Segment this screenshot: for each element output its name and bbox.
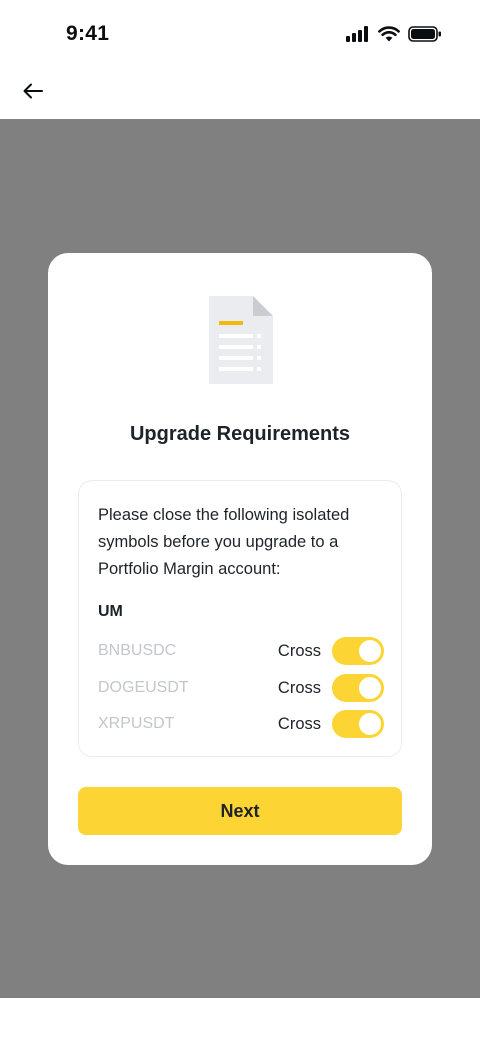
margin-mode-label: Cross	[277, 714, 321, 733]
status-icons	[346, 26, 442, 47]
margin-mode-toggle[interactable]	[332, 674, 384, 702]
toggle-knob	[359, 677, 381, 699]
upgrade-requirements-modal: Upgrade Requirements Please close the fo…	[48, 253, 432, 865]
margin-mode-toggle[interactable]	[332, 637, 384, 665]
next-button[interactable]: Next	[78, 787, 402, 835]
symbol-name: XRPUSDT	[98, 715, 175, 732]
toggle-knob	[359, 713, 381, 735]
symbol-name: BNBUSDC	[98, 642, 177, 659]
margin-mode-label: Cross	[277, 641, 321, 660]
modal-title: Upgrade Requirements	[129, 423, 351, 445]
toggle-knob	[359, 640, 381, 662]
symbol-name: DOGEUSDT	[98, 679, 189, 696]
arrow-left-icon	[23, 83, 43, 104]
battery-icon	[408, 26, 442, 47]
margin-mode-label: Cross	[277, 678, 321, 697]
signal-icon	[346, 26, 370, 47]
group-label: UM	[98, 603, 123, 620]
requirements-message: Please close the following isolated symb…	[98, 506, 350, 578]
status-time: 9:41	[66, 22, 110, 45]
margin-mode-toggle[interactable]	[332, 710, 384, 738]
document-icon	[207, 296, 273, 384]
requirements-box: Please close the following isolated symb…	[78, 480, 402, 757]
symbol-controls: Cross	[278, 710, 384, 738]
symbol-row: DOGEUSDT Cross	[98, 673, 384, 703]
symbol-controls: Cross	[278, 637, 384, 665]
back-button[interactable]	[18, 78, 48, 108]
status-bar: 9:41	[0, 0, 480, 70]
symbol-row: BNBUSDC Cross	[98, 636, 384, 666]
nav-bar	[0, 70, 480, 119]
symbol-row: XRPUSDT Cross	[98, 709, 384, 739]
bottom-area	[0, 998, 480, 1040]
wifi-icon	[378, 26, 400, 47]
symbol-controls: Cross	[278, 674, 384, 702]
